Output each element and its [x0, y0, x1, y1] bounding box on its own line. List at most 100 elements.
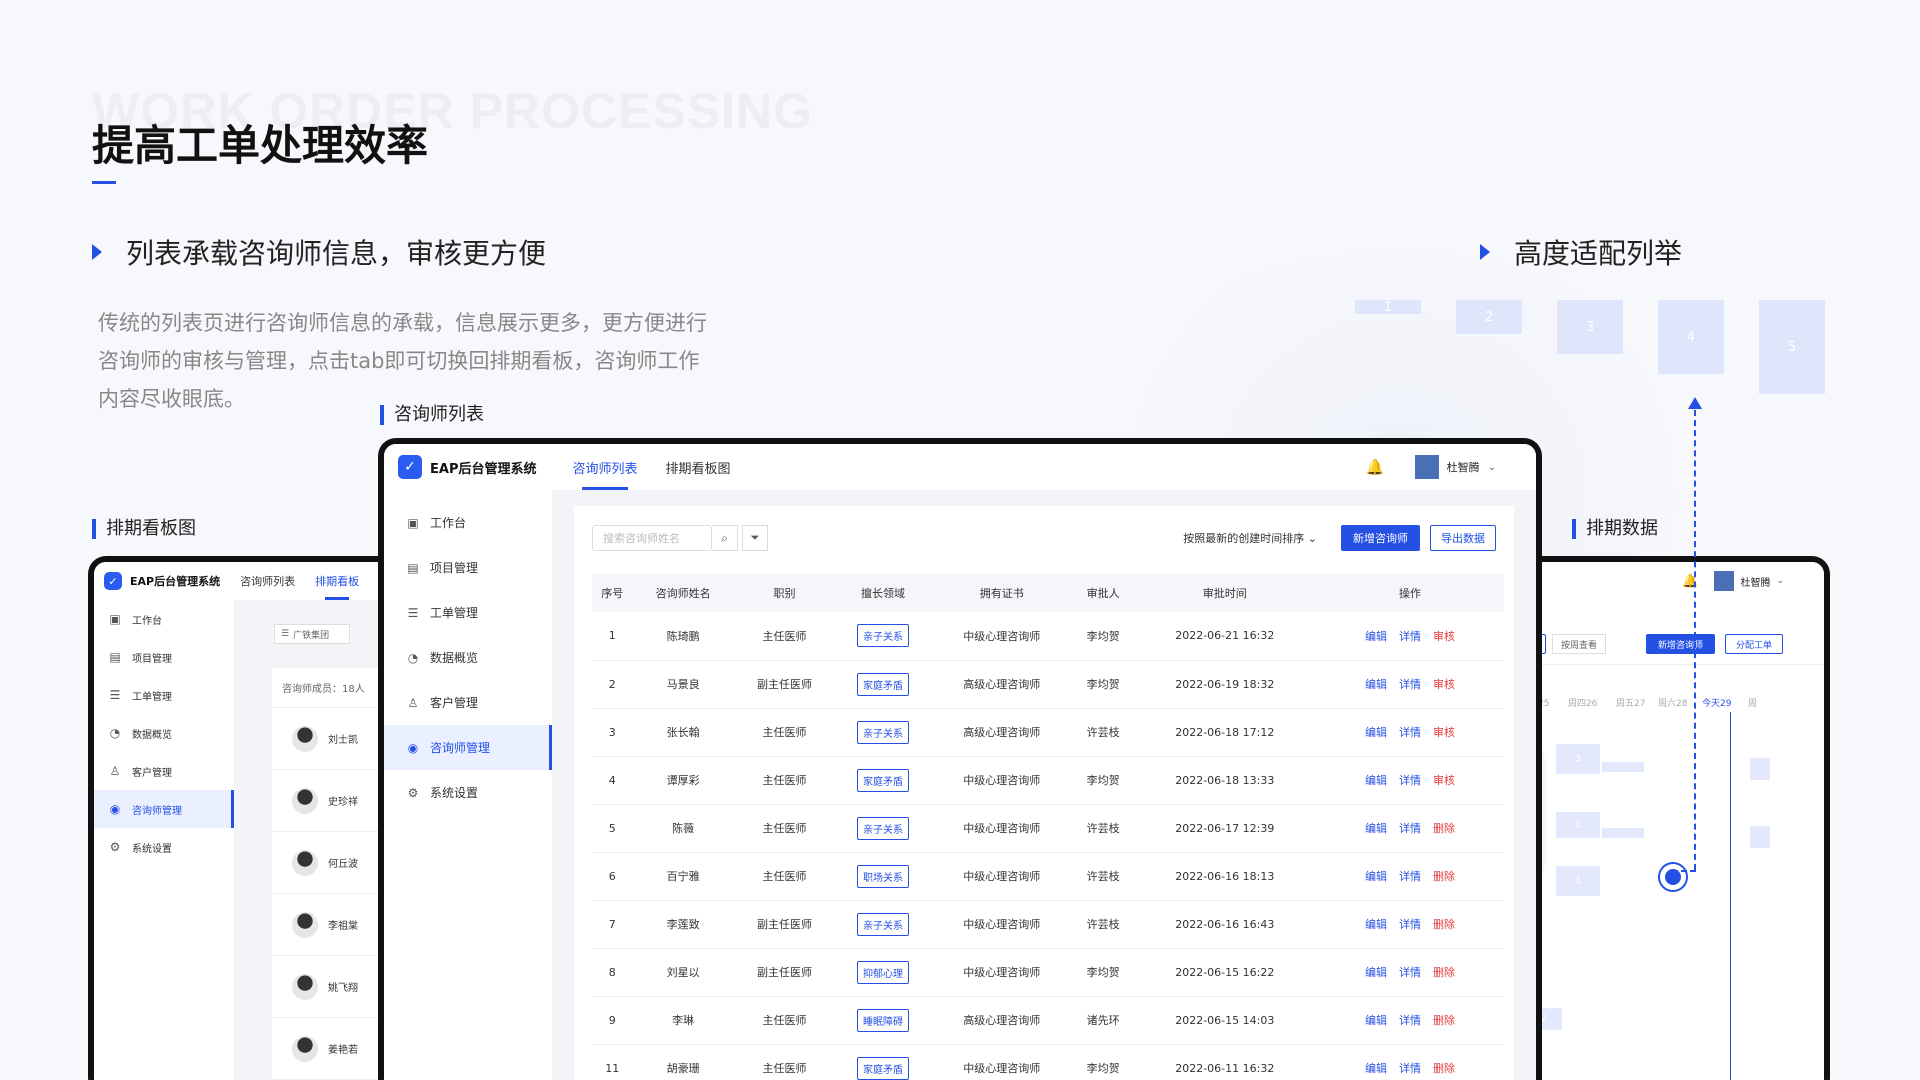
table-cell: 11 [592, 1044, 633, 1080]
consultant-table: 序号 咨询师姓名 职别 擅长领域 拥有证书 审批人 审批时间 操作 1 陈琦鹏 主任医师 亲子关系中… [592, 574, 1504, 1080]
table-cell: 5 [592, 804, 633, 853]
review-link[interactable]: 审核 [1433, 774, 1455, 787]
nav-item-settings[interactable]: ⚙ 系统设置 [384, 770, 552, 815]
avatar[interactable] [1714, 571, 1735, 591]
avatar[interactable] [1414, 455, 1439, 479]
bell-icon[interactable]: 🔔 [1682, 574, 1698, 589]
table-row[interactable]: 5 陈薇 主任医师 亲子关系 中级心理咨询师 许芸枝 2022-06-17 12:39 编辑详… [592, 804, 1504, 853]
nav-item[interactable]: ▤ 项目管理 [94, 638, 234, 676]
edit-link[interactable]: 编辑 [1365, 822, 1387, 835]
schedule-block[interactable]: 3 [1556, 866, 1600, 896]
detail-link[interactable]: 详情 [1399, 918, 1421, 931]
detail-link[interactable]: 详情 [1399, 774, 1421, 787]
delete-link[interactable]: 删除 [1433, 1062, 1455, 1075]
nav-item[interactable]: ◔ 数据概览 [94, 714, 234, 752]
table-row[interactable]: 11 胡豪珊 主任医师 家庭矛盾 中级心理咨询师 李均贺 2022-06-11 16:32 编… [592, 1044, 1504, 1080]
search-input[interactable]: 搜索咨询师姓名 [592, 525, 712, 551]
edit-link[interactable]: 编辑 [1365, 1014, 1387, 1027]
add-consultant-button[interactable]: 新增咨询师 [1646, 634, 1716, 654]
nav-item-consultants[interactable]: ◉ 咨询师管理 [384, 725, 552, 770]
schedule-block[interactable] [1750, 758, 1770, 780]
delete-link[interactable]: 删除 [1433, 966, 1455, 979]
schedule-block[interactable] [1602, 828, 1644, 838]
detail-link[interactable]: 详情 [1399, 1014, 1421, 1027]
nav-item-clients[interactable]: ♙ 客户管理 [384, 680, 552, 725]
review-link[interactable]: 审核 [1433, 630, 1455, 643]
delete-link[interactable]: 删除 [1433, 870, 1455, 883]
nav-item[interactable]: ▣ 工作台 [94, 600, 234, 638]
edit-link[interactable]: 编辑 [1365, 870, 1387, 883]
nav-item[interactable]: ⚙ 系统设置 [94, 828, 234, 866]
nav-item-active[interactable]: ◉ 咨询师管理 [94, 790, 234, 828]
schedule-block[interactable] [1602, 762, 1644, 772]
member-item[interactable]: 何丘波 [272, 832, 382, 894]
chevron-down-icon[interactable]: ⌄ [1776, 576, 1784, 586]
day-header: 周五27 [1616, 699, 1646, 709]
nav-item-projects[interactable]: ▤ 项目管理 [384, 545, 552, 590]
member-item[interactable]: 史珍祥 [272, 770, 382, 832]
tab-schedule-board[interactable]: 排期看板图 [666, 444, 731, 490]
edit-link[interactable]: 编辑 [1365, 1062, 1387, 1075]
table-row[interactable]: 6 百宁雅 主任医师 职场关系 中级心理咨询师 许芸枝 2022-06-16 18:13 编辑… [592, 852, 1504, 901]
schedule-block[interactable]: 3 [1556, 744, 1600, 774]
table-cell: 许芸枝 [1072, 708, 1134, 757]
column-header: 操作 [1316, 574, 1504, 612]
detail-link[interactable]: 详情 [1399, 822, 1421, 835]
nav-item-tickets[interactable]: ☰ 工单管理 [384, 590, 552, 635]
table-cell: 陈薇 [632, 804, 734, 853]
tab-consultant-list[interactable]: 咨询师列表 [572, 444, 638, 490]
add-consultant-button[interactable]: 新增咨询师 [1341, 525, 1420, 551]
actions-cell: 编辑 详情 删除 [1316, 900, 1504, 949]
filter-icon[interactable]: ⏷ [742, 525, 768, 551]
edit-link[interactable]: 编辑 [1365, 678, 1387, 691]
table-row[interactable]: 2 马景良 副主任医师 家庭矛盾 高级心理咨询师 李均贺 2022-06-19 18:32 编… [592, 660, 1504, 709]
table-row[interactable]: 3 张长翰 主任医师 亲子关系 高级心理咨询师 许芸枝 2022-06-18 17:12 编辑… [592, 708, 1504, 757]
edit-link[interactable]: 编辑 [1365, 774, 1387, 787]
drag-handle[interactable] [1660, 864, 1686, 890]
detail-link[interactable]: 详情 [1399, 966, 1421, 979]
edit-link[interactable]: 编辑 [1365, 630, 1387, 643]
week-view-button[interactable]: 按周查看 [1552, 634, 1607, 654]
table-cell: 百宁雅 [632, 852, 734, 901]
edit-link[interactable]: 编辑 [1365, 966, 1387, 979]
bell-icon[interactable]: 🔔 [1366, 458, 1385, 476]
edit-link[interactable]: 编辑 [1365, 726, 1387, 739]
org-filter[interactable]: ☰ 广铁集团 [274, 624, 350, 644]
member-item[interactable]: 姚飞翔 [272, 956, 382, 1018]
member-item[interactable]: 刘士凯 [272, 708, 382, 770]
sort-select[interactable]: 按照最新的创建时间排序 ⌄ [1183, 530, 1317, 546]
column-header: 审批人 [1072, 574, 1134, 612]
detail-link[interactable]: 详情 [1399, 1062, 1421, 1075]
table-row[interactable]: 4 谭厚彩 主任医师 家庭矛盾 中级心理咨询师 李均贺 2022-06-18 13:33 编辑… [592, 756, 1504, 805]
member-item[interactable]: 姜艳若 [272, 1018, 382, 1080]
tab-consultant-list[interactable]: 咨询师列表 [240, 562, 295, 600]
nav-item-data[interactable]: ◔ 数据概览 [384, 635, 552, 680]
table-row[interactable]: 1 陈琦鹏 主任医师 亲子关系 中级心理咨询师 李均贺 2022-06-21 16:32 编辑… [592, 612, 1504, 661]
schedule-block[interactable] [1750, 826, 1770, 848]
detail-link[interactable]: 详情 [1399, 630, 1421, 643]
edit-link[interactable]: 编辑 [1365, 918, 1387, 931]
detail-link[interactable]: 详情 [1399, 870, 1421, 883]
chevron-down-icon[interactable]: ⌄ [1488, 462, 1496, 473]
search-icon[interactable]: ⌕ [712, 525, 738, 551]
delete-link[interactable]: 删除 [1433, 1014, 1455, 1027]
detail-link[interactable]: 详情 [1399, 678, 1421, 691]
delete-link[interactable]: 删除 [1433, 822, 1455, 835]
table-row[interactable]: 8 刘星以 副主任医师 抑郁心理 中级心理咨询师 李均贺 2022-06-15 16:22 编… [592, 948, 1504, 997]
assign-ticket-button[interactable]: 分配工单 [1725, 634, 1784, 654]
tab-schedule[interactable]: 排期看板 [315, 562, 359, 600]
review-link[interactable]: 审核 [1433, 726, 1455, 739]
delete-link[interactable]: 删除 [1433, 918, 1455, 931]
detail-link[interactable]: 详情 [1399, 726, 1421, 739]
schedule-block[interactable]: 2 [1556, 812, 1600, 838]
nav-item[interactable]: ☰ 工单管理 [94, 676, 234, 714]
review-link[interactable]: 审核 [1433, 678, 1455, 691]
nav-item[interactable]: ♙ 客户管理 [94, 752, 234, 790]
bullet-text: 高度适配列举 [1514, 237, 1683, 270]
nav-item-workbench[interactable]: ▣ 工作台 [384, 500, 552, 545]
actions-cell: 编辑 详情 删除 [1316, 1044, 1504, 1080]
export-button[interactable]: 导出数据 [1430, 525, 1496, 551]
table-row[interactable]: 7 李莲致 副主任医师 亲子关系 中级心理咨询师 许芸枝 2022-06-16 16:43 编… [592, 900, 1504, 949]
table-row[interactable]: 9 李琳 主任医师 睡眠障碍 高级心理咨询师 诸先环 2022-06-15 14:03 编辑详… [592, 996, 1504, 1045]
member-item[interactable]: 李祖棠 [272, 894, 382, 956]
